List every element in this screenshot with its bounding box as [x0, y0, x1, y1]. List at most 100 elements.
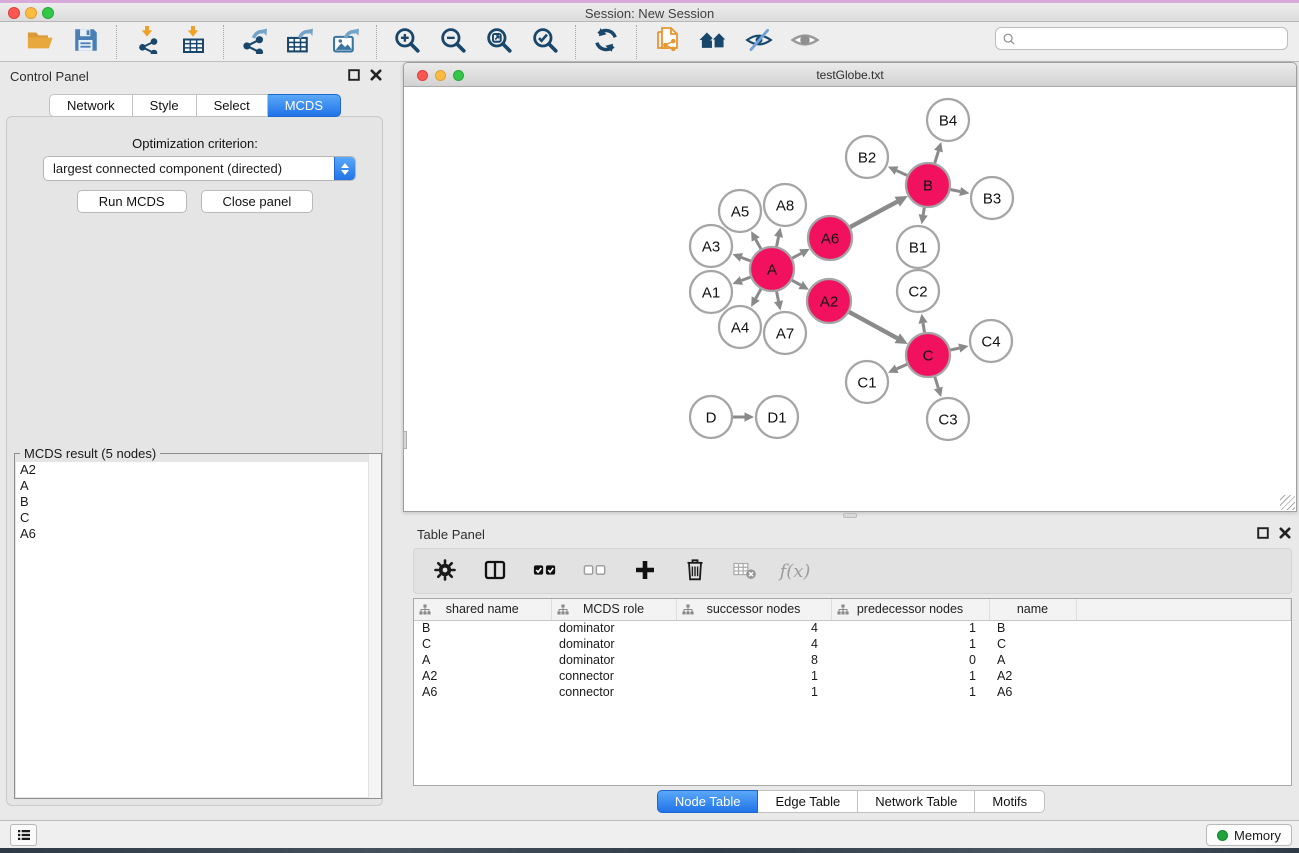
float-panel-icon[interactable] [348, 69, 360, 81]
splitter-handle-icon[interactable] [403, 431, 407, 449]
table-cell[interactable]: C [414, 636, 551, 652]
graph-node-A[interactable]: A [750, 247, 794, 291]
graph-node-B[interactable]: B [906, 163, 950, 207]
graph-edge-D-D1[interactable] [731, 412, 755, 421]
graph-edge-B-B4[interactable] [934, 142, 943, 166]
resize-grip-icon[interactable] [1280, 495, 1295, 510]
table-cell[interactable]: 1 [831, 636, 989, 652]
memory-button[interactable]: Memory [1206, 824, 1292, 846]
table-cell[interactable]: C [989, 636, 1076, 652]
network-canvas[interactable]: B4B2BB3A8A5A6A3B1AC2A1A2A4A7C4CC1DD1C3 [404, 87, 1296, 511]
table-cell[interactable]: dominator [551, 636, 676, 652]
tab-mcds[interactable]: MCDS [268, 94, 341, 117]
graph-node-A2[interactable]: A2 [807, 279, 851, 323]
graph-node-C2[interactable]: C2 [897, 270, 939, 312]
refresh-button[interactable] [590, 26, 622, 58]
table-cell[interactable]: B [989, 620, 1076, 636]
result-item[interactable]: A2 [16, 462, 380, 478]
tab-edge-table[interactable]: Edge Table [758, 790, 858, 813]
table-cell[interactable]: 1 [676, 668, 831, 684]
column-header-name[interactable]: name [989, 599, 1076, 620]
graph-node-C[interactable]: C [906, 333, 950, 377]
zoom-out-button[interactable] [437, 26, 469, 58]
mcds-result-list[interactable]: A2ABCA6 [16, 462, 380, 797]
graph-node-D[interactable]: D [690, 396, 732, 438]
table-row[interactable]: Bdominator41B [414, 620, 1291, 636]
graph-edge-B-B2[interactable] [888, 166, 910, 176]
close-panel-icon[interactable] [370, 69, 382, 81]
graph-node-A3[interactable]: A3 [690, 225, 732, 267]
table-row[interactable]: A6connector11A6 [414, 684, 1291, 700]
graph-node-B4[interactable]: B4 [927, 99, 969, 141]
table-cell[interactable]: 0 [831, 652, 989, 668]
export-network-button[interactable] [238, 26, 270, 58]
graph-edge-C-C1[interactable] [888, 363, 910, 373]
export-table-button[interactable] [284, 26, 316, 58]
table-cell[interactable]: dominator [551, 652, 676, 668]
graph-node-B2[interactable]: B2 [846, 136, 888, 178]
table-cell[interactable]: A2 [989, 668, 1076, 684]
import-table-button[interactable] [177, 26, 209, 58]
table-cell[interactable]: 1 [831, 684, 989, 700]
tab-style[interactable]: Style [133, 94, 197, 117]
table-cell[interactable]: A [414, 652, 551, 668]
delete-row-button[interactable] [680, 556, 710, 586]
table-cell[interactable]: connector [551, 668, 676, 684]
table-row[interactable]: Adominator80A [414, 652, 1291, 668]
graph-node-A7[interactable]: A7 [764, 312, 806, 354]
table-cell[interactable]: B [414, 620, 551, 636]
table-cell[interactable]: 8 [676, 652, 831, 668]
graph-node-C3[interactable]: C3 [927, 398, 969, 440]
column-header-successor-nodes[interactable]: successor nodes [676, 599, 831, 620]
column-header-MCDS-role[interactable]: MCDS role [551, 599, 676, 620]
tab-motifs[interactable]: Motifs [975, 790, 1045, 813]
network-window-titlebar[interactable]: testGlobe.txt [404, 63, 1296, 87]
column-header-shared-name[interactable]: shared name [414, 599, 551, 620]
graph-node-C4[interactable]: C4 [970, 320, 1012, 362]
graph-node-C1[interactable]: C1 [846, 361, 888, 403]
table-cell[interactable]: 1 [831, 668, 989, 684]
close-panel-icon[interactable] [1279, 527, 1291, 539]
graph-node-A4[interactable]: A4 [719, 306, 761, 348]
graph-node-A5[interactable]: A5 [719, 190, 761, 232]
home-button[interactable] [697, 26, 729, 58]
task-history-button[interactable] [10, 824, 37, 846]
open-session-button[interactable] [24, 26, 56, 58]
show-panels-button[interactable] [789, 26, 821, 58]
result-item[interactable]: C [16, 510, 380, 526]
float-panel-icon[interactable] [1257, 527, 1269, 539]
horizontal-splitter-handle[interactable] [843, 513, 857, 518]
graph-node-A1[interactable]: A1 [690, 271, 732, 313]
result-item[interactable]: B [16, 494, 380, 510]
zoom-selected-button[interactable] [529, 26, 561, 58]
result-item[interactable]: A6 [16, 526, 380, 542]
search-input[interactable] [1020, 32, 1281, 46]
table-row[interactable]: A2connector11A2 [414, 668, 1291, 684]
graph-edge-A2-C[interactable] [846, 310, 908, 344]
column-header-predecessor-nodes[interactable]: predecessor nodes [831, 599, 989, 620]
settings-gear-button[interactable] [430, 556, 460, 586]
graph-edge-C-C3[interactable] [934, 374, 943, 397]
new-network-file-button[interactable] [651, 26, 683, 58]
table-cell[interactable]: 4 [676, 636, 831, 652]
zoom-fit-button[interactable] [483, 26, 515, 58]
tab-network-table[interactable]: Network Table [858, 790, 975, 813]
zoom-in-button[interactable] [391, 26, 423, 58]
run-mcds-button[interactable]: Run MCDS [77, 190, 187, 213]
tab-node-table[interactable]: Node Table [657, 790, 759, 813]
tab-network[interactable]: Network [49, 94, 133, 117]
criterion-dropdown[interactable]: largest connected component (directed) [43, 156, 356, 181]
table-cell[interactable]: 4 [676, 620, 831, 636]
table-cell[interactable]: A2 [414, 668, 551, 684]
table-cell[interactable]: A [989, 652, 1076, 668]
export-image-button[interactable] [330, 26, 362, 58]
table-cell[interactable]: A6 [989, 684, 1076, 700]
graph-edge-A6-B[interactable] [847, 196, 908, 229]
graph-node-D1[interactable]: D1 [756, 396, 798, 438]
save-session-button[interactable] [70, 26, 102, 58]
table-cell[interactable]: A6 [414, 684, 551, 700]
import-network-button[interactable] [131, 26, 163, 58]
graph-node-A8[interactable]: A8 [764, 184, 806, 226]
table-cell[interactable]: 1 [676, 684, 831, 700]
graph-node-B1[interactable]: B1 [897, 226, 939, 268]
